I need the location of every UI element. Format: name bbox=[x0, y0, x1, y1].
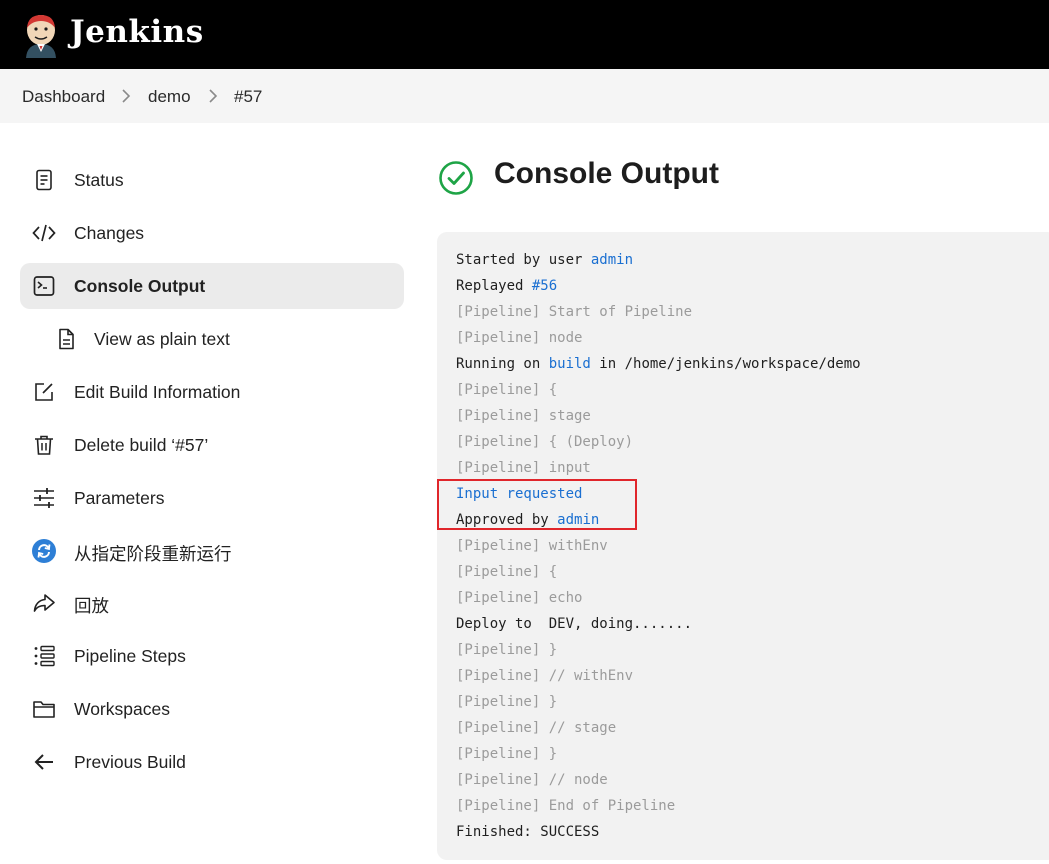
folder-icon bbox=[33, 701, 55, 718]
console-line: Running on build in /home/jenkins/worksp… bbox=[456, 355, 861, 373]
console-text: [Pipeline] { bbox=[456, 564, 558, 580]
console-line: Replayed #56 bbox=[456, 277, 557, 295]
sidebar-item-console-output[interactable]: Console Output bbox=[20, 263, 404, 309]
console-line: Finished: SUCCESS bbox=[456, 823, 599, 841]
console-text: [Pipeline] { bbox=[456, 382, 558, 398]
sliders-icon bbox=[34, 488, 54, 508]
console-text: Running on bbox=[456, 356, 549, 372]
sidebar-item-replay[interactable]: 回放 bbox=[20, 580, 404, 626]
console-line: [Pipeline] stage bbox=[456, 407, 591, 425]
console-line: [Pipeline] // node bbox=[456, 771, 608, 789]
page-title: Console Output bbox=[494, 157, 719, 190]
jenkins-brand-title[interactable]: Jenkins bbox=[70, 14, 204, 50]
breadcrumb-build-57[interactable]: #57 bbox=[234, 87, 262, 107]
console-text: [Pipeline] echo bbox=[456, 590, 583, 606]
console-output-panel: Started by user admin Replayed #56 [Pipeli… bbox=[437, 232, 1049, 860]
sidebar-item-label: Console Output bbox=[74, 276, 206, 296]
sidebar-item-label: Workspaces bbox=[74, 699, 170, 719]
breadcrumb-demo[interactable]: demo bbox=[148, 87, 191, 107]
console-text: [Pipeline] } bbox=[456, 746, 558, 762]
success-check-icon bbox=[439, 161, 473, 195]
console-link[interactable]: build bbox=[549, 356, 591, 372]
highlight-annotation-box bbox=[437, 479, 637, 530]
console-line: [Pipeline] { bbox=[456, 563, 557, 581]
trash-icon bbox=[35, 435, 53, 455]
sidebar-item-status[interactable]: Status bbox=[20, 157, 404, 203]
console-text: Replayed bbox=[456, 278, 532, 294]
console-line: Started by user admin bbox=[456, 251, 633, 269]
console-line: [Pipeline] End of Pipeline bbox=[456, 797, 675, 815]
console-link[interactable]: admin bbox=[591, 252, 633, 268]
sidebar-item-label: View as plain text bbox=[94, 329, 230, 349]
console-line: [Pipeline] { bbox=[456, 381, 557, 399]
sidebar-item-label: 从指定阶段重新运行 bbox=[74, 544, 232, 564]
console-text: [Pipeline] node bbox=[456, 330, 583, 346]
chevron-right-icon bbox=[209, 89, 218, 103]
sidebar-item-view-plain-text[interactable]: View as plain text bbox=[20, 316, 404, 362]
console-line: [Pipeline] } bbox=[456, 693, 557, 711]
sidebar-item-workspaces[interactable]: Workspaces bbox=[20, 686, 404, 732]
sidebar-item-label: Pipeline Steps bbox=[74, 646, 186, 666]
replay-icon bbox=[33, 594, 55, 612]
sidebar-item-restart-from-stage[interactable]: 从指定阶段重新运行 bbox=[20, 528, 404, 574]
console-text: [Pipeline] input bbox=[456, 460, 591, 476]
console-line: [Pipeline] node bbox=[456, 329, 582, 347]
console-text: [Pipeline] // withEnv bbox=[456, 668, 634, 684]
sidebar-item-label: Changes bbox=[74, 223, 145, 243]
list-icon bbox=[34, 645, 55, 667]
console-text: [Pipeline] withEnv bbox=[456, 538, 608, 554]
console-line: [Pipeline] // withEnv bbox=[456, 667, 633, 685]
sidebar-item-previous-build[interactable]: Previous Build bbox=[20, 739, 404, 785]
console-text: [Pipeline] // stage bbox=[456, 720, 617, 736]
console-text: in /home/jenkins/workspace/demo bbox=[590, 356, 861, 372]
console-text: [Pipeline] { (Deploy) bbox=[456, 434, 634, 450]
sidebar-item-pipeline-steps[interactable]: Pipeline Steps bbox=[20, 633, 404, 679]
restart-icon bbox=[32, 539, 56, 563]
terminal-icon bbox=[33, 276, 55, 296]
sidebar-item-label: Parameters bbox=[74, 488, 165, 508]
console-line: Deploy to DEV, doing....... bbox=[456, 615, 692, 633]
console-text: Deploy to DEV, doing....... bbox=[456, 616, 693, 632]
console-text: [Pipeline] Start of Pipeline bbox=[456, 304, 693, 320]
sidebar-item-parameters[interactable]: Parameters bbox=[20, 475, 404, 521]
console-text: [Pipeline] End of Pipeline bbox=[456, 798, 676, 814]
console-text: [Pipeline] } bbox=[456, 642, 558, 658]
console-line: [Pipeline] Start of Pipeline bbox=[456, 303, 692, 321]
chevron-right-icon bbox=[122, 89, 131, 103]
console-line: [Pipeline] input bbox=[456, 459, 591, 477]
console-link[interactable]: #56 bbox=[532, 278, 557, 294]
sidebar-item-edit-build-information[interactable]: Edit Build Information bbox=[20, 369, 404, 415]
breadcrumb-dashboard[interactable]: Dashboard bbox=[22, 87, 105, 107]
console-line: [Pipeline] } bbox=[456, 745, 557, 763]
console-text: Finished: SUCCESS bbox=[456, 824, 600, 840]
arrow-left-icon bbox=[34, 754, 53, 770]
console-line: [Pipeline] withEnv bbox=[456, 537, 608, 555]
file-text-icon bbox=[59, 328, 74, 350]
sidebar-item-label: Edit Build Information bbox=[74, 382, 241, 402]
console-text: [Pipeline] } bbox=[456, 694, 558, 710]
sidebar-item-delete-build[interactable]: Delete build ‘#57’ bbox=[20, 422, 404, 468]
console-line: [Pipeline] } bbox=[456, 641, 557, 659]
console-line: [Pipeline] // stage bbox=[456, 719, 616, 737]
console-line: [Pipeline] echo bbox=[456, 589, 582, 607]
sidebar-item-label: Delete build ‘#57’ bbox=[74, 435, 209, 455]
edit-icon bbox=[35, 383, 53, 401]
sidebar-item-label: 回放 bbox=[74, 596, 109, 616]
breadcrumb: Dashboard demo #57 bbox=[0, 69, 1049, 123]
jenkins-logo-icon[interactable] bbox=[22, 12, 60, 58]
console-text: [Pipeline] stage bbox=[456, 408, 591, 424]
document-icon bbox=[36, 169, 52, 191]
sidebar-item-changes[interactable]: Changes bbox=[20, 210, 404, 256]
console-line: [Pipeline] { (Deploy) bbox=[456, 433, 633, 451]
code-icon bbox=[32, 224, 56, 242]
console-text: Started by user bbox=[456, 252, 591, 268]
top-header: Jenkins bbox=[0, 0, 1049, 69]
sidebar-item-label: Status bbox=[74, 170, 124, 190]
console-text: [Pipeline] // node bbox=[456, 772, 608, 788]
sidebar-item-label: Previous Build bbox=[74, 752, 186, 772]
